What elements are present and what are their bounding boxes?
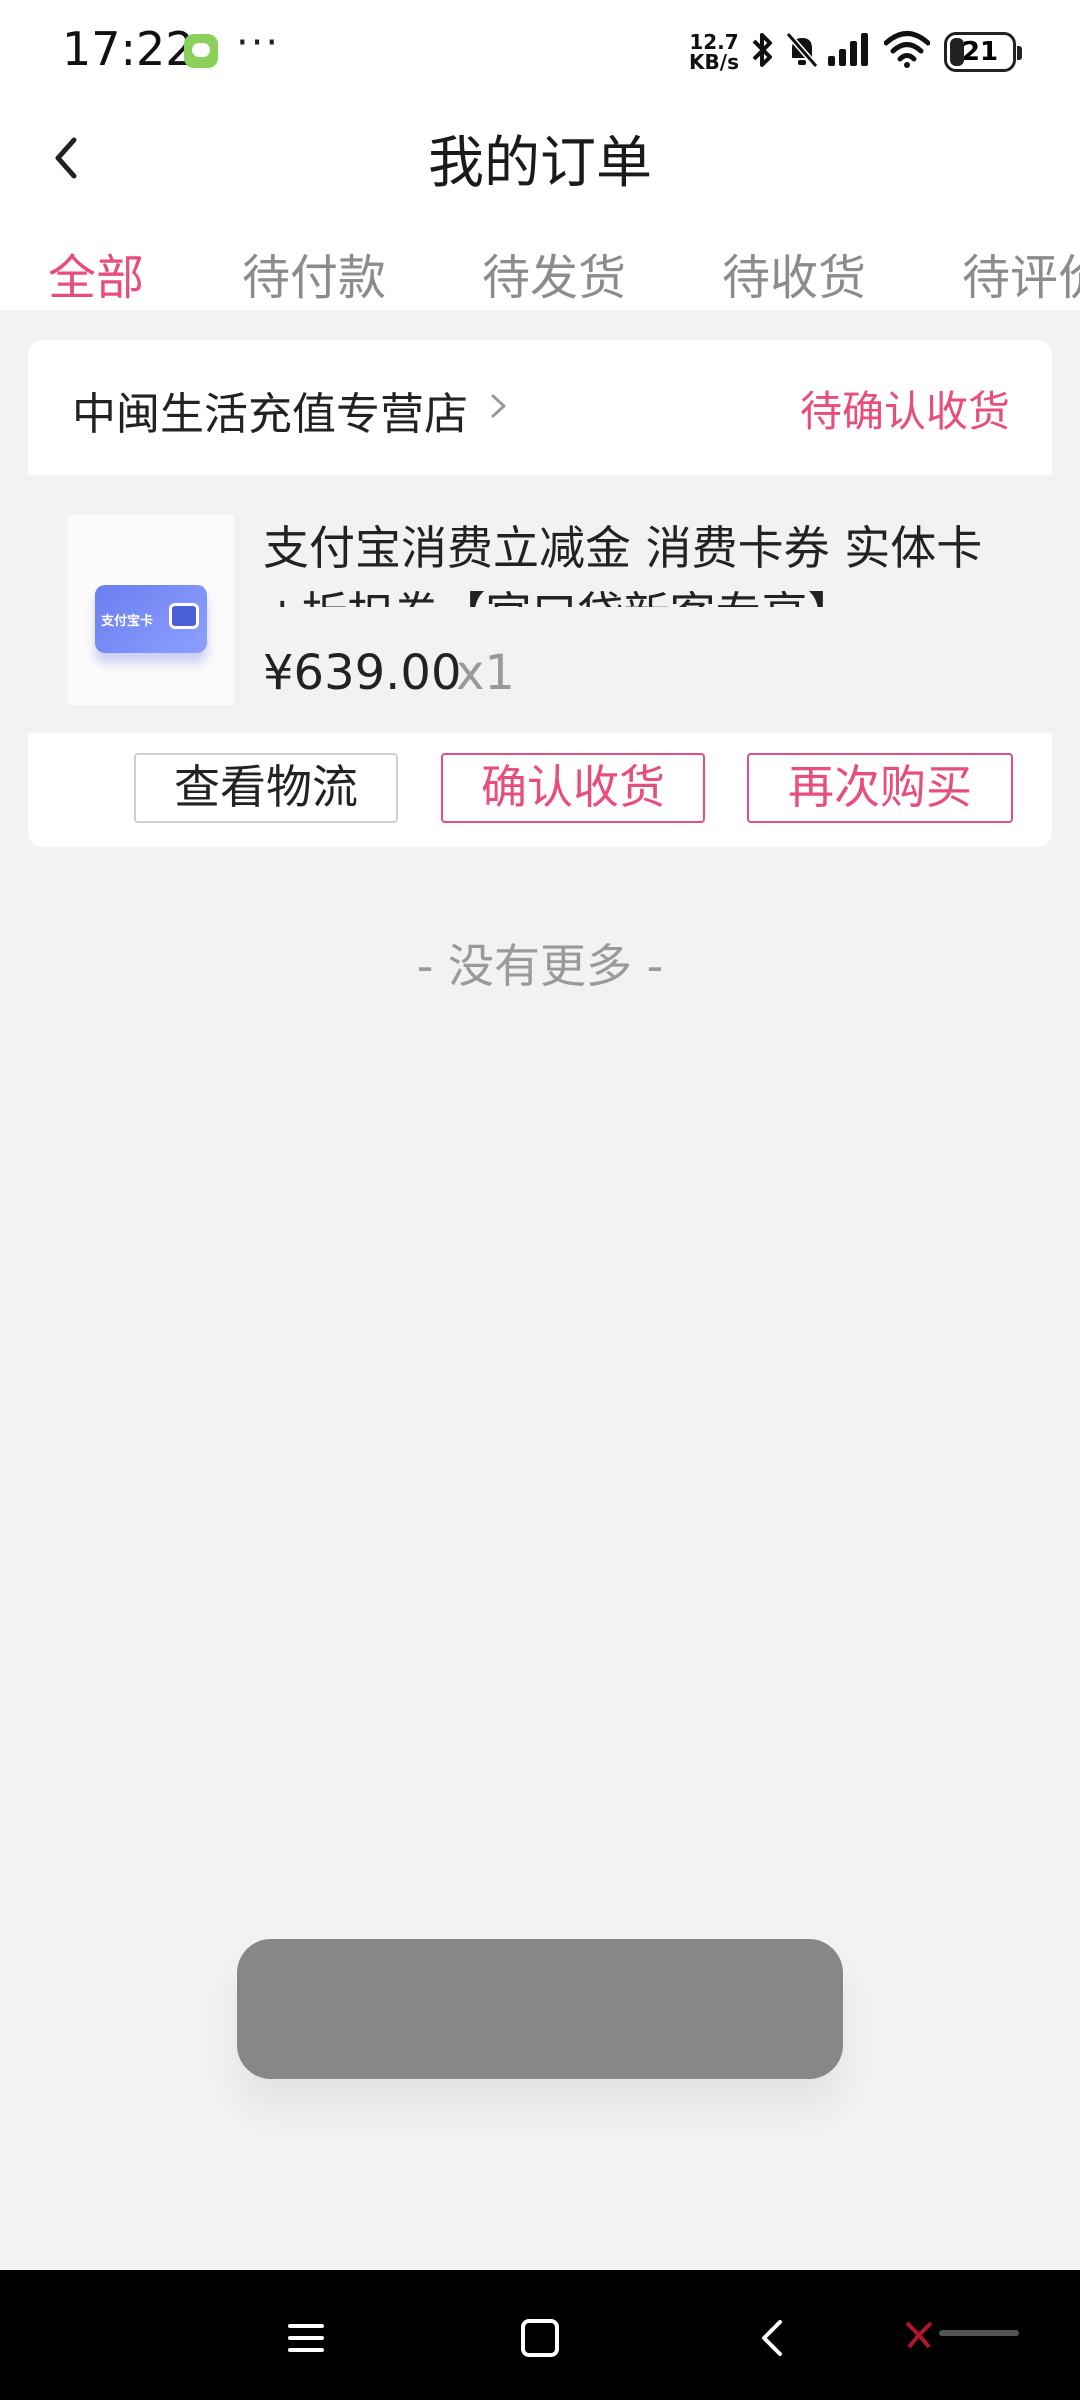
order-card-header[interactable]: 中闽生活充值专营店 待确认收货: [28, 340, 1052, 475]
page-header: 我的订单: [0, 100, 1080, 210]
mute-icon: [785, 32, 819, 68]
network-speed: 12.7 KB/s: [688, 32, 740, 72]
order-tabs: 全部 待付款 待发货 待收货 待评价: [0, 210, 1080, 310]
wifi-icon: [884, 31, 930, 68]
toast-overlay: [237, 1939, 843, 2079]
home-icon[interactable]: [510, 2308, 570, 2368]
battery-icon: 21: [944, 32, 1022, 72]
page-title: 我的订单: [428, 131, 652, 196]
tab-pending-shipment[interactable]: 待发货: [482, 238, 626, 308]
system-nav-bar: [0, 2270, 1080, 2400]
tab-pending-payment[interactable]: 待付款: [242, 238, 386, 308]
signal-icon: [828, 33, 868, 66]
product-price: ¥639.00: [263, 645, 462, 701]
tab-pending-receipt[interactable]: 待收货: [722, 238, 866, 308]
message-icon: [184, 34, 218, 68]
store-name[interactable]: 中闽生活充值专营店: [72, 378, 468, 442]
thumbnail-label: 支付宝卡: [101, 614, 154, 629]
product-thumbnail[interactable]: 支付宝卡: [68, 515, 234, 705]
more-notifications-icon: ···: [236, 20, 281, 66]
network-speed-value: 12.7: [689, 30, 739, 54]
tab-pending-review[interactable]: 待评价: [962, 238, 1080, 308]
network-speed-unit: KB/s: [689, 50, 739, 74]
alipay-card-image: 支付宝卡: [95, 585, 207, 653]
status-bar: 17:22 ··· 12.7 KB/s 21: [0, 0, 1080, 100]
tv-icon: [169, 603, 199, 629]
bluetooth-icon: [752, 33, 772, 67]
chevron-right-icon: [491, 394, 506, 418]
status-time: 17:22: [62, 22, 195, 76]
product-title[interactable]: 支付宝消费立减金 消费卡券 实体卡+折扣券【官口袋新客专享】: [263, 515, 1043, 607]
order-actions: 查看物流 确认收货 再次购买: [28, 733, 1052, 847]
product-quantity: x1: [456, 645, 515, 701]
menu-icon[interactable]: [276, 2308, 336, 2368]
order-status: 待确认收货: [799, 387, 1010, 436]
tab-all[interactable]: 全部: [48, 238, 144, 308]
battery-level: 21: [961, 37, 999, 67]
buy-again-button[interactable]: 再次购买: [747, 753, 1013, 823]
confirm-receipt-button[interactable]: 确认收货: [441, 753, 705, 823]
back-nav-icon[interactable]: [744, 2308, 804, 2368]
product-item[interactable]: 支付宝卡 支付宝消费立减金 消费卡券 实体卡+折扣券【官口袋新客专享】 ¥639…: [28, 475, 1052, 733]
list-end-indicator: - 没有更多 -: [416, 939, 664, 993]
product-title-container: 支付宝消费立减金 消费卡券 实体卡+折扣券【官口袋新客专享】: [263, 515, 1043, 607]
view-logistics-button[interactable]: 查看物流: [134, 753, 398, 823]
watermark-logo-icon: [905, 2321, 1019, 2349]
